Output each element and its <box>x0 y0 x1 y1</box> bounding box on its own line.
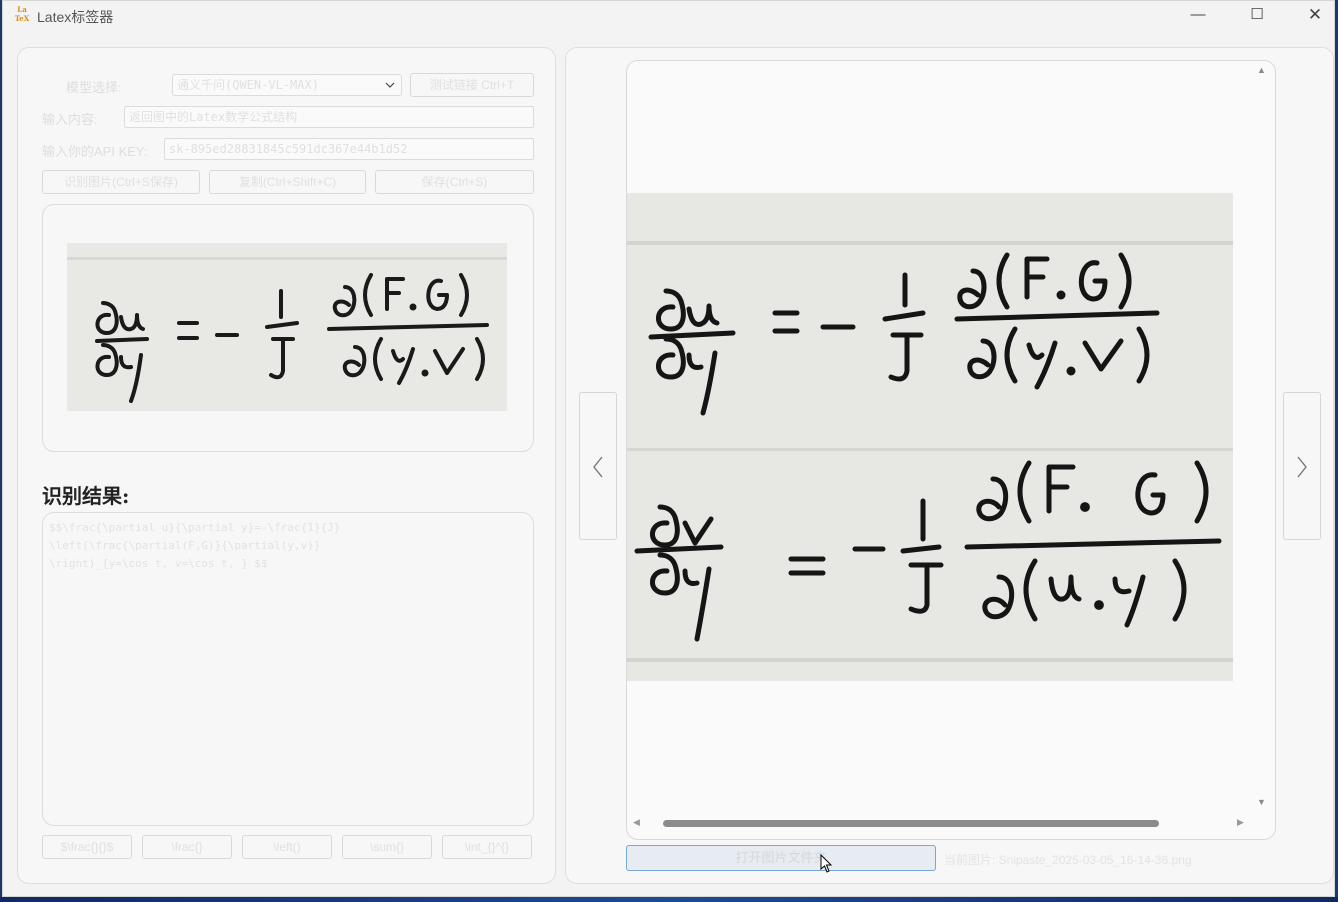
api-key-field[interactable]: sk-895ed28831845c591dc367e44b1d52 <box>164 138 534 160</box>
previous-image-button[interactable] <box>579 392 617 540</box>
insert-sum-button[interactable]: \sum{} <box>342 835 432 859</box>
chevron-left-icon <box>593 456 603 478</box>
latex-app-icon: La TeX <box>12 5 32 25</box>
insert-left-paren-button[interactable]: \left() <box>242 835 332 859</box>
app-window: La TeX Latex标签器 — ☐ ✕ 模型选择: 通义千问(QWEN-VL… <box>2 0 1335 897</box>
copy-button[interactable]: 复制(Ctrl+Shift+C) <box>209 170 366 194</box>
mouse-cursor-icon <box>820 853 834 877</box>
input-content-field[interactable]: 返回图中的Latex数学公式结构 <box>124 106 534 128</box>
result-heading: 识别结果: <box>42 484 130 508</box>
title-bar: La TeX Latex标签器 — ☐ ✕ <box>3 1 1334 31</box>
maximize-button[interactable]: ☐ <box>1234 1 1280 31</box>
app-icon-text-bottom: TeX <box>14 14 30 23</box>
chevron-down-icon <box>385 75 395 95</box>
save-button[interactable]: 保存(Ctrl+S) <box>375 170 534 194</box>
test-connection-button[interactable]: 测试链接 Ctrl+T <box>410 73 534 97</box>
result-textarea[interactable]: $$\frac{\partial u}{\partial y}=-\frac{1… <box>42 512 534 826</box>
image-viewer[interactable]: ▲ ▼ ◀ ▶ <box>626 60 1276 840</box>
result-latex-text: $$\frac{\partial u}{\partial y}=-\frac{1… <box>49 521 341 570</box>
insert-frac-button[interactable]: $\frac{}{}$ <box>42 835 132 859</box>
image-preview-box <box>42 204 534 452</box>
horizontal-scrollbar-thumb[interactable] <box>663 820 1159 827</box>
scroll-down-icon[interactable]: ▼ <box>1257 797 1266 807</box>
window-title: Latex标签器 <box>37 9 114 25</box>
api-key-label: 输入你的API KEY: <box>42 144 148 159</box>
desktop-taskbar-edge <box>0 897 1338 902</box>
right-panel: ▲ ▼ ◀ ▶ 打开图片文件夹 当前图片: Snipaste_2025-03-0… <box>565 47 1334 884</box>
app-icon-text-top: La <box>17 5 27 14</box>
formula-preview-image <box>67 243 507 411</box>
chevron-right-icon <box>1297 456 1307 478</box>
open-image-folder-button[interactable]: 打开图片文件夹 <box>626 845 936 871</box>
current-image-label: 当前图片: Snipaste_2025-03-05_16-14-36.png <box>944 853 1192 867</box>
left-panel: 模型选择: 通义千问(QWEN-VL-MAX) 测试链接 Ctrl+T 输入内容… <box>17 47 556 884</box>
next-image-button[interactable] <box>1283 392 1321 540</box>
model-select-value: 通义千问(QWEN-VL-MAX) <box>177 78 319 92</box>
model-select[interactable]: 通义千问(QWEN-VL-MAX) <box>172 74 402 96</box>
scroll-right-icon[interactable]: ▶ <box>1237 817 1244 828</box>
formula-full-image <box>627 193 1233 681</box>
scroll-up-icon[interactable]: ▲ <box>1257 65 1266 75</box>
minimize-button[interactable]: — <box>1175 1 1221 31</box>
scroll-left-icon[interactable]: ◀ <box>633 817 640 828</box>
insert-integral-button[interactable]: \int_{}^{} <box>442 835 532 859</box>
insert-frac-simple-button[interactable]: \frac{} <box>142 835 232 859</box>
input-content-label: 输入内容: <box>42 112 98 127</box>
model-label: 模型选择: <box>66 80 122 95</box>
recognize-button[interactable]: 识别图片(Ctrl+S保存) <box>42 170 200 194</box>
close-button[interactable]: ✕ <box>1292 1 1338 31</box>
